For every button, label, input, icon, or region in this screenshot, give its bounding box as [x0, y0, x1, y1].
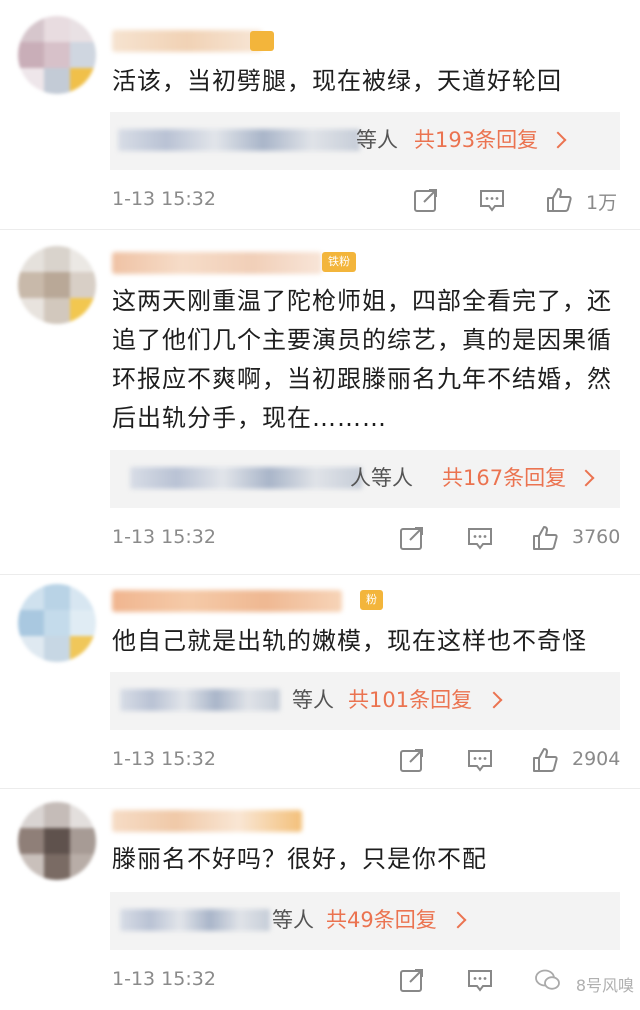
divider [0, 788, 640, 789]
reply-summary[interactable]: 人等人 共167条回复 [110, 450, 620, 508]
comment-item: 铁粉 这两天刚重温了陀枪师姐，四部全看完了，还追了他们几个主要演员的综艺，真的是… [0, 230, 640, 576]
reply-suffix: 等人 [292, 688, 334, 712]
like-count: 2904 [572, 748, 621, 770]
wechat-logo-icon [535, 969, 560, 990]
thumbs-up-icon[interactable] [531, 746, 559, 774]
comment-text: 活该，当初劈腿，现在被绿，天道好轮回 [112, 67, 562, 95]
reply-summary[interactable]: 等人 共101条回复 [110, 672, 620, 730]
comment-text: 他自己就是出轨的嫩模，现在这样也不奇怪 [112, 627, 587, 655]
reply-users-blurred [120, 909, 270, 931]
comment-meta: 1-13 15:32 [0, 962, 640, 1002]
comment-meta: 1-13 15:32 3760 [0, 520, 640, 560]
timestamp: 1-13 15:32 [112, 748, 216, 770]
reply-suffix: 等人 [272, 908, 314, 932]
reply-users-blurred [118, 129, 360, 151]
chevron-right-icon [577, 469, 595, 487]
comment-text: 这两天刚重温了陀枪师姐，四部全看完了，还追了他们几个主要演员的综艺，真的是因果循… [112, 287, 612, 432]
repost-icon[interactable] [398, 746, 426, 774]
username-blurred[interactable] [112, 252, 322, 274]
like-count: 3760 [572, 526, 621, 548]
reply-summary[interactable]: 等人 共193条回复 [110, 112, 620, 170]
repost-icon[interactable] [412, 186, 440, 214]
reply-count-link[interactable]: 共49条回复 [326, 906, 437, 934]
timestamp: 1-13 15:32 [112, 188, 216, 210]
comment-icon[interactable] [478, 186, 506, 214]
divider [0, 574, 640, 575]
timestamp: 1-13 15:32 [112, 526, 216, 548]
comment-icon[interactable] [466, 524, 494, 552]
fan-badge: 铁粉 [322, 252, 356, 272]
reply-count-link[interactable]: 共167条回复 [442, 464, 566, 492]
reply-summary[interactable]: 等人 共49条回复 [110, 892, 620, 950]
thumbs-up-icon[interactable] [545, 186, 573, 214]
fan-badge [250, 31, 274, 51]
timestamp: 1-13 15:32 [112, 968, 216, 990]
avatar[interactable] [18, 802, 96, 880]
comment-item: 粉 他自己就是出轨的嫩模，现在这样也不奇怪 等人 共101条回复 1-13 15… [0, 576, 640, 790]
comment-meta: 1-13 15:32 1万 [0, 182, 640, 222]
username-blurred[interactable] [112, 810, 302, 832]
reply-suffix: 人等人 [350, 466, 413, 490]
reply-users-blurred [130, 467, 362, 489]
chevron-right-icon [549, 131, 567, 149]
repost-icon[interactable] [398, 524, 426, 552]
watermark: 8号风嗅 [575, 976, 634, 995]
avatar[interactable] [18, 246, 96, 324]
username-blurred[interactable] [112, 590, 342, 612]
avatar[interactable] [18, 584, 96, 662]
fan-badge: 粉 [360, 590, 383, 610]
repost-icon[interactable] [398, 966, 426, 994]
thumbs-up-icon[interactable] [531, 524, 559, 552]
comment-text: 滕丽名不好吗？很好，只是你不配 [112, 845, 487, 873]
comment-item: 活该，当初劈腿，现在被绿，天道好轮回 等人 共193条回复 1-13 15:32… [0, 0, 640, 230]
comment-icon[interactable] [466, 966, 494, 994]
chevron-right-icon [485, 691, 503, 709]
comment-meta: 1-13 15:32 2904 [0, 742, 640, 782]
avatar[interactable] [18, 16, 96, 94]
reply-users-blurred [120, 689, 280, 711]
like-count: 1万 [586, 192, 618, 214]
comment-item: 滕丽名不好吗？很好，只是你不配 等人 共49条回复 1-13 15:32 8号风… [0, 790, 640, 1010]
reply-count-link[interactable]: 共101条回复 [348, 686, 472, 714]
reply-count-link[interactable]: 共193条回复 [414, 126, 538, 154]
username-blurred[interactable] [112, 30, 262, 52]
chevron-right-icon [449, 911, 467, 929]
comment-icon[interactable] [466, 746, 494, 774]
reply-suffix: 等人 [356, 128, 398, 152]
